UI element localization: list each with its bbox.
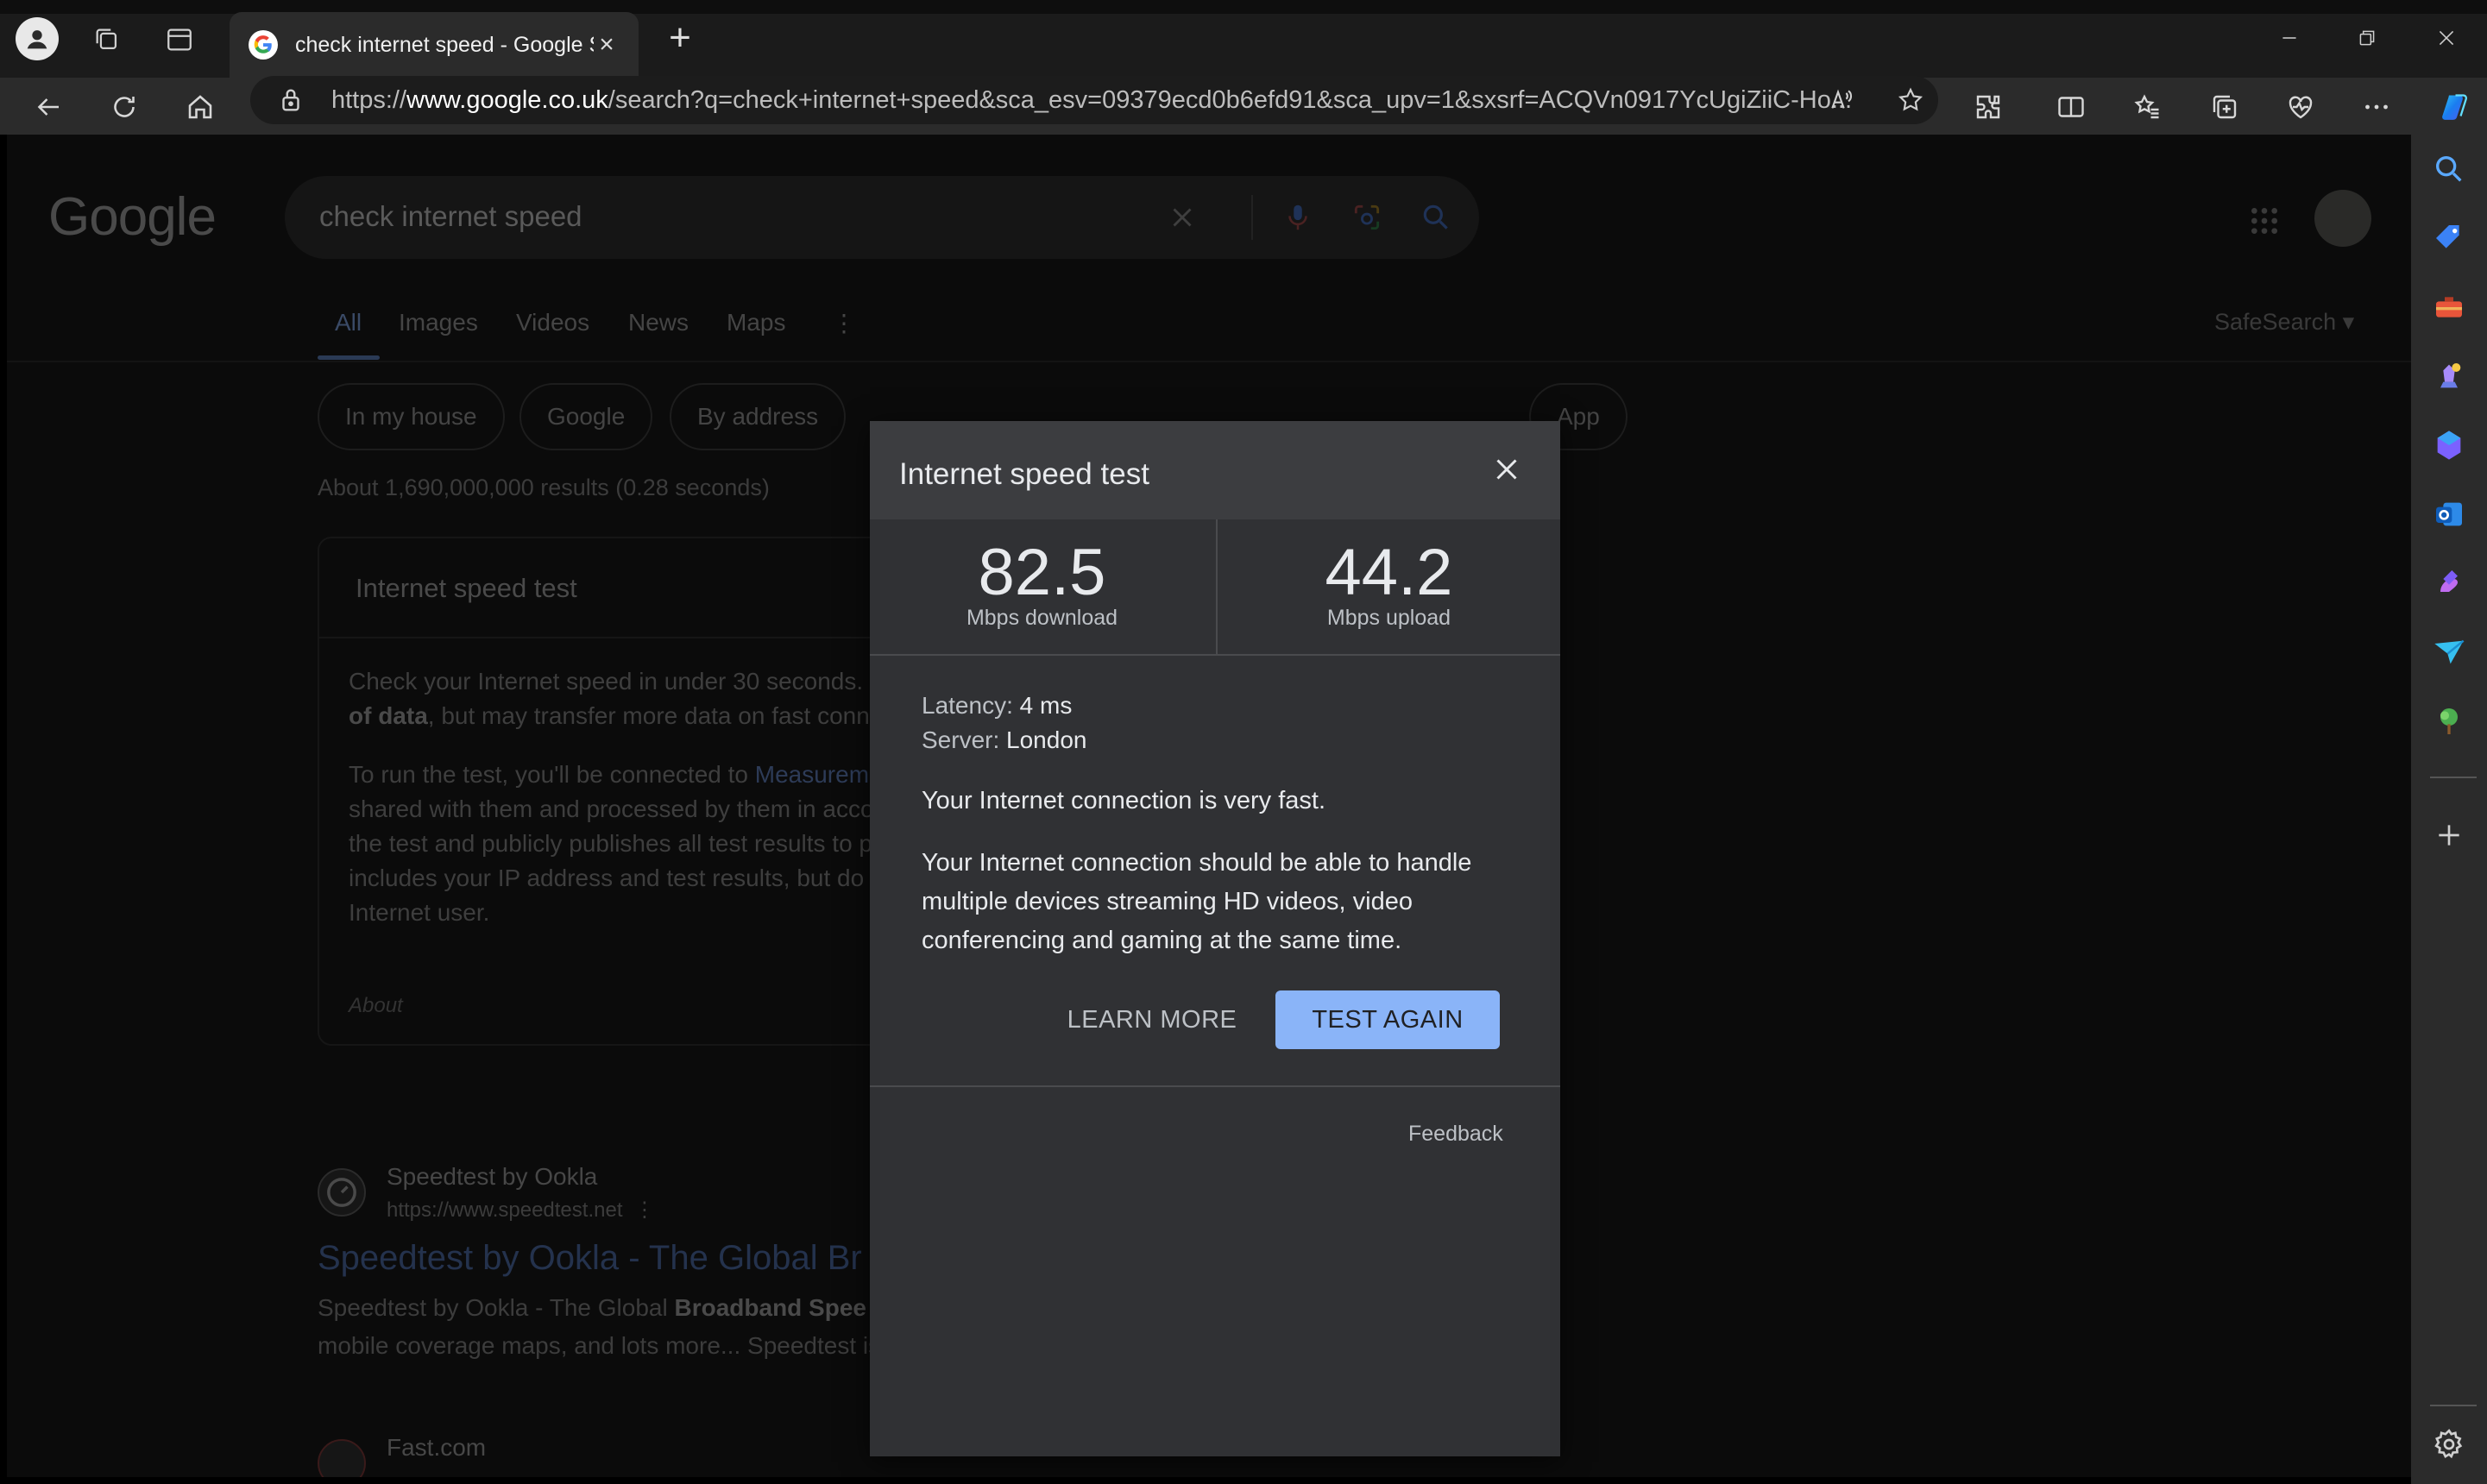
minimize-icon[interactable] — [2268, 21, 2311, 55]
dialog-header: Internet speed test — [870, 421, 1560, 519]
search-submit-icon[interactable] — [1417, 198, 1455, 236]
result-site-name[interactable]: Speedtest by Ookla — [387, 1163, 597, 1191]
sidebar-tree-icon[interactable] — [2430, 702, 2468, 740]
tab-images[interactable]: Images — [399, 309, 478, 336]
sidebar-shopping-icon[interactable] — [2430, 219, 2468, 257]
lens-search-icon[interactable] — [1348, 198, 1386, 236]
split-screen-icon[interactable] — [2052, 88, 2090, 126]
sidebar-tools-icon[interactable] — [2430, 288, 2468, 326]
search-tabs: All Images Videos News Maps ⋮ — [7, 307, 2411, 360]
latency-line: Latency: 4 ms — [922, 692, 1073, 719]
chip-by-address[interactable]: By address — [670, 383, 847, 450]
google-logo[interactable]: Google — [48, 186, 217, 248]
dialog-divider — [870, 1085, 1560, 1087]
copilot-icon[interactable] — [2430, 83, 2478, 131]
extensions-icon[interactable] — [1969, 88, 2007, 126]
tab-close-icon[interactable]: × — [594, 30, 620, 59]
learn-more-button[interactable]: LEARN MORE — [1055, 990, 1250, 1049]
sidebar-send-icon[interactable] — [2430, 633, 2468, 671]
server-line: Server: London — [922, 726, 1087, 753]
browser-essentials-icon[interactable] — [2282, 88, 2320, 126]
tab-all[interactable]: All — [335, 309, 362, 336]
speed-results: 82.5 Mbps download 44.2 Mbps upload — [870, 519, 1560, 656]
favorites-icon[interactable] — [2128, 88, 2166, 126]
new-tab-icon[interactable]: + — [663, 19, 697, 57]
download-unit: Mbps download — [966, 606, 1118, 630]
result-title-link[interactable]: Speedtest by Ookla - The Global Br — [318, 1239, 862, 1278]
chip-in-my-house[interactable]: In my house — [318, 383, 505, 450]
card-about-link[interactable]: About — [349, 994, 403, 1018]
speed-test-dialog: Internet speed test 82.5 Mbps download 4… — [870, 421, 1560, 1456]
more-tabs-icon[interactable]: ⋮ — [832, 309, 856, 337]
sidebar-divider-bottom — [2430, 1405, 2477, 1406]
sidebar-games-icon[interactable] — [2430, 357, 2468, 395]
account-avatar[interactable] — [2314, 190, 2371, 247]
upload-stat: 44.2 Mbps upload — [1216, 519, 1560, 656]
measurement-lab-link[interactable]: Measurem — [755, 761, 869, 788]
window-close-icon[interactable] — [2425, 21, 2468, 55]
tab-videos[interactable]: Videos — [516, 309, 589, 336]
google-apps-icon[interactable] — [2247, 204, 2282, 238]
lock-icon[interactable] — [276, 85, 305, 116]
feedback-link[interactable]: Feedback — [1408, 1122, 1503, 1147]
active-tab-underline — [318, 355, 380, 360]
back-icon[interactable] — [29, 88, 67, 126]
more-options-icon[interactable] — [2358, 88, 2396, 126]
results-count: About 1,690,000,000 results (0.28 second… — [318, 475, 770, 500]
speedtest-favicon-icon — [318, 1168, 366, 1217]
url-text[interactable]: https://www.google.co.uk/search?q=check+… — [331, 85, 1850, 116]
test-again-button[interactable]: TEST AGAIN — [1275, 990, 1500, 1049]
sidebar-search-icon[interactable] — [2430, 150, 2468, 188]
home-icon[interactable] — [181, 88, 219, 126]
google-favicon-icon — [249, 30, 278, 60]
workspaces-icon[interactable] — [90, 22, 124, 57]
download-stat: 82.5 Mbps download — [870, 519, 1214, 656]
result-url[interactable]: https://www.speedtest.net ⋮ — [387, 1198, 655, 1223]
chip-google[interactable]: Google — [519, 383, 653, 450]
search-divider — [1251, 195, 1253, 240]
profile-icon[interactable] — [16, 17, 59, 60]
search-box[interactable]: check internet speed — [285, 176, 1479, 259]
upload-value: 44.2 — [1325, 536, 1453, 609]
sidebar-m365-icon[interactable] — [2430, 426, 2468, 464]
tab-title: check internet speed - Google Se — [295, 32, 594, 57]
result-site-name-fast[interactable]: Fast.com — [387, 1434, 486, 1462]
speed-verdict: Your Internet connection is very fast. — [922, 787, 1326, 814]
refresh-icon[interactable] — [105, 88, 143, 126]
tabs-divider — [7, 361, 2411, 362]
dialog-close-icon[interactable] — [1484, 447, 1529, 492]
sidebar-settings-icon[interactable] — [2430, 1425, 2468, 1463]
clear-search-icon[interactable] — [1163, 198, 1201, 236]
sidebar-divider — [2430, 777, 2477, 778]
fast-favicon-icon — [318, 1439, 366, 1477]
vertical-tabs-icon[interactable] — [162, 22, 197, 57]
sidebar-designer-icon[interactable] — [2430, 564, 2468, 602]
favorite-star-icon[interactable] — [1893, 83, 1928, 117]
upload-unit: Mbps upload — [1326, 606, 1451, 630]
safesearch-menu[interactable]: SafeSearch ▾ — [2214, 309, 2354, 336]
active-tab[interactable]: check internet speed - Google Se × — [230, 12, 639, 78]
dialog-title: Internet speed test — [899, 457, 1149, 491]
edge-sidebar — [2411, 135, 2487, 1484]
google-results-page: Google check internet speed All Images V… — [7, 135, 2411, 1477]
restore-icon[interactable] — [2345, 21, 2389, 55]
search-query[interactable]: check internet speed — [319, 200, 582, 233]
sidebar-add-icon[interactable] — [2430, 816, 2468, 854]
read-aloud-icon[interactable] — [1824, 83, 1859, 117]
sidebar-outlook-icon[interactable] — [2430, 495, 2468, 533]
voice-search-icon[interactable] — [1279, 198, 1317, 236]
tab-maps[interactable]: Maps — [727, 309, 785, 336]
card-title: Internet speed test — [356, 573, 577, 603]
browser-titlebar: check internet speed - Google Se × + — [0, 0, 2487, 78]
address-bar[interactable]: https://www.google.co.uk/search?q=check+… — [250, 76, 1938, 124]
speed-explanation: Your Internet connection should be able … — [922, 849, 1472, 954]
collections-icon[interactable] — [2206, 88, 2244, 126]
download-value: 82.5 — [978, 536, 1106, 609]
tab-news[interactable]: News — [628, 309, 689, 336]
